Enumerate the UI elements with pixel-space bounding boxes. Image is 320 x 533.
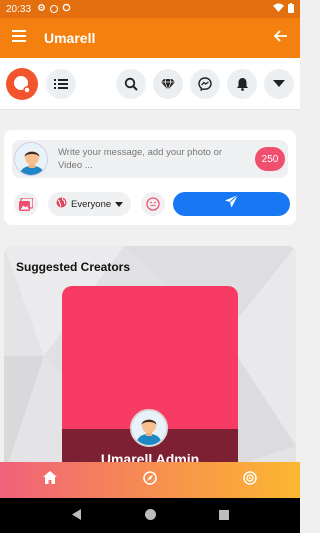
arrow-back-icon[interactable] xyxy=(273,29,288,47)
emoji-icon[interactable] xyxy=(141,192,166,216)
audience-dropdown-icon xyxy=(115,199,124,210)
post-placeholder: Write your message, add your photo or Vi… xyxy=(58,147,223,171)
audience-label: Everyone xyxy=(71,198,112,210)
bottom-nav xyxy=(0,462,300,498)
caret-down-icon[interactable] xyxy=(264,68,294,99)
send-icon xyxy=(225,194,239,213)
home-icon[interactable] xyxy=(43,471,57,489)
hamburger-menu-icon[interactable] xyxy=(12,29,26,47)
list-icon[interactable] xyxy=(46,68,76,99)
diamond-icon[interactable] xyxy=(153,68,183,99)
live-icon[interactable] xyxy=(243,470,257,490)
app-title: Umarell xyxy=(44,30,96,46)
settings-icon xyxy=(37,3,46,15)
gallery-icon[interactable] xyxy=(14,192,38,216)
back-triangle-icon[interactable] xyxy=(71,507,82,525)
suggested-creators-section: Suggested Creators Umarell Admin xyxy=(4,246,296,476)
home-circle-icon[interactable] xyxy=(144,507,156,525)
post-actions: Everyone xyxy=(14,192,290,216)
sync-icon xyxy=(62,3,71,15)
audience-selector[interactable]: Everyone xyxy=(48,192,132,216)
app-logo[interactable] xyxy=(6,67,38,100)
search-icon[interactable] xyxy=(116,68,146,99)
suggested-creators-heading: Suggested Creators xyxy=(16,260,131,274)
circle-app-icon xyxy=(50,5,59,13)
bell-icon[interactable] xyxy=(227,68,257,99)
system-nav-bar xyxy=(0,498,300,533)
explore-icon[interactable] xyxy=(143,470,157,490)
user-avatar xyxy=(14,142,48,176)
app-bar: Umarell xyxy=(0,18,300,58)
top-nav xyxy=(0,58,300,110)
creator-avatar xyxy=(130,409,168,447)
status-bar: 20:33 xyxy=(0,0,300,18)
recents-square-icon[interactable] xyxy=(218,507,229,525)
post-composer: Write your message, add your photo or Vi… xyxy=(4,130,296,225)
post-input[interactable]: Write your message, add your photo or Vi… xyxy=(12,140,288,178)
globe-icon xyxy=(56,197,67,211)
battery-icon xyxy=(288,2,294,16)
wifi-icon xyxy=(273,3,284,15)
creator-card[interactable]: Umarell Admin xyxy=(62,286,238,476)
messenger-icon[interactable] xyxy=(190,68,220,99)
char-count-badge: 250 xyxy=(255,147,285,171)
status-time: 20:33 xyxy=(6,3,32,15)
send-button[interactable] xyxy=(173,192,290,216)
